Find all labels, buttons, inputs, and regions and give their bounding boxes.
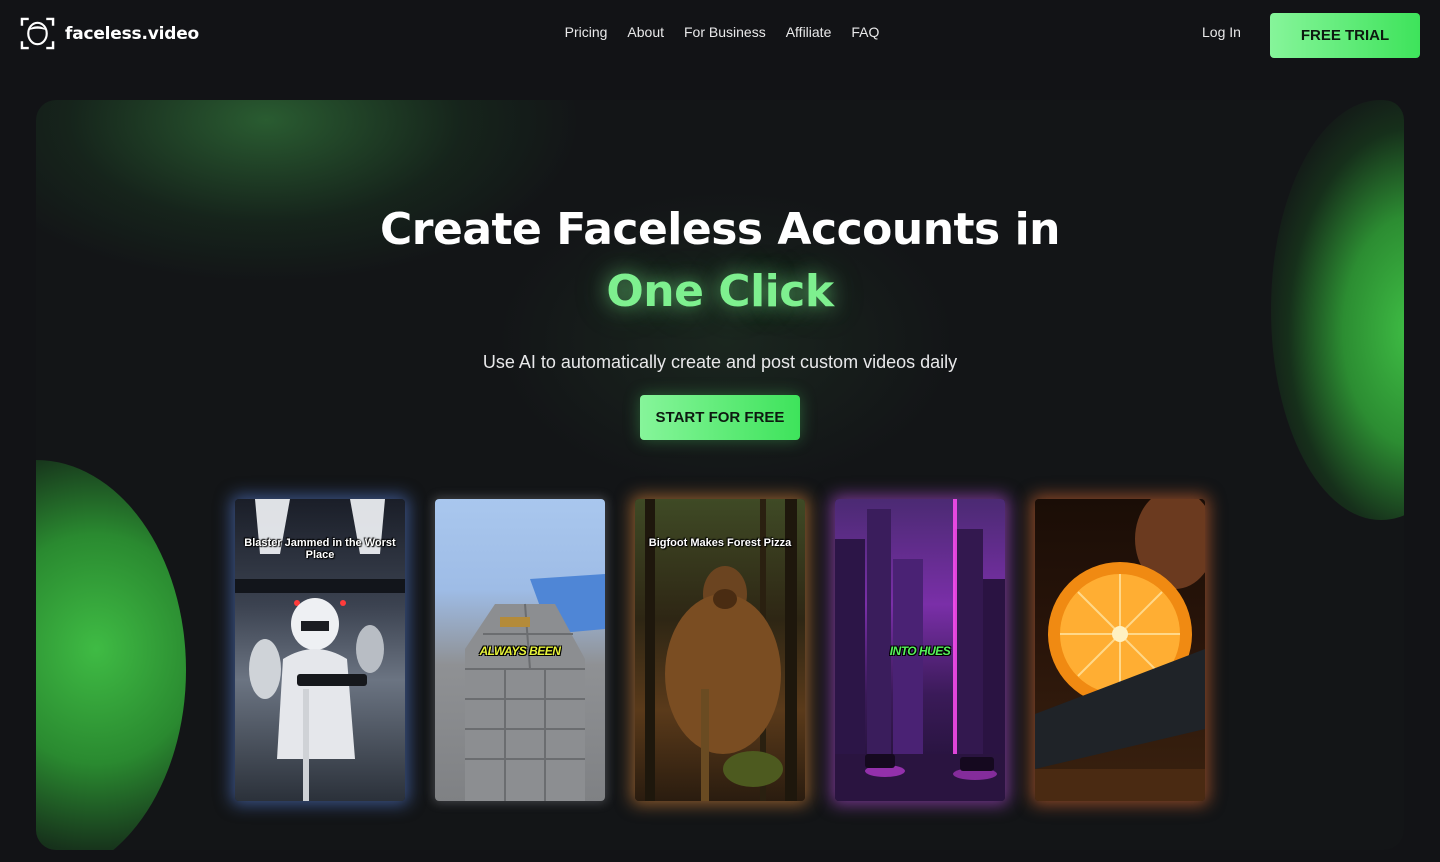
top-nav: faceless.video Pricing About For Busines…	[0, 0, 1440, 70]
card-sticker-text: ALWAYS BEEN	[479, 644, 561, 658]
video-card-stormtrooper[interactable]: Blaster Jammed in the Worst Place	[235, 499, 405, 801]
nav-link-faq[interactable]: FAQ	[851, 24, 879, 40]
video-card-neon-city[interactable]: INTO HUES	[835, 499, 1005, 801]
video-card-bigfoot[interactable]: Bigfoot Makes Forest Pizza	[635, 499, 805, 801]
card-caption: Blaster Jammed in the Worst Place	[244, 537, 396, 561]
orange-thumbnail	[1035, 499, 1205, 801]
video-card-orange[interactable]	[1035, 499, 1205, 801]
video-card-minecraft[interactable]: ALWAYS BEEN	[435, 499, 605, 801]
nav-link-for-business[interactable]: For Business	[684, 24, 766, 40]
nav-link-affiliate[interactable]: Affiliate	[786, 24, 832, 40]
decorative-glow	[36, 460, 186, 850]
nav-link-about[interactable]: About	[627, 24, 664, 40]
login-link[interactable]: Log In	[1202, 24, 1241, 40]
nav-link-pricing[interactable]: Pricing	[565, 24, 608, 40]
hero-headline-accent: One Click	[606, 266, 834, 317]
card-caption: Bigfoot Makes Forest Pizza	[648, 537, 792, 549]
hero-subtitle: Use AI to automatically create and post …	[482, 352, 958, 372]
hero-panel: Create Faceless Accounts in One Click Us…	[36, 100, 1404, 850]
hero-headline: Create Faceless Accounts in	[380, 204, 1060, 255]
card-sticker-text: INTO HUES	[889, 644, 951, 658]
start-for-free-button[interactable]: START FOR FREE	[640, 395, 800, 440]
free-trial-button[interactable]: FREE TRIAL	[1270, 13, 1420, 58]
video-card-row: Blaster Jammed in the Worst Place ALWAYS…	[235, 499, 1205, 801]
